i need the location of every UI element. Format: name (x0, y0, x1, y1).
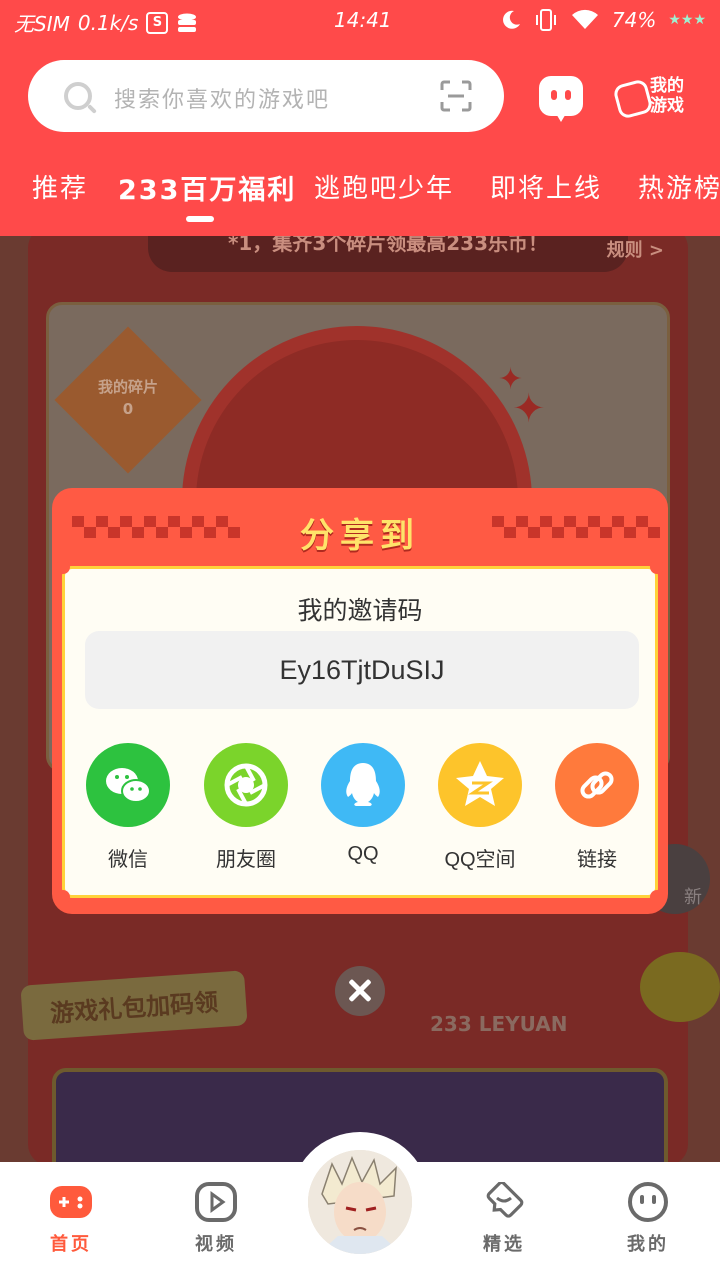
share-link-label: 链接 (577, 849, 617, 871)
tab-coming-soon[interactable]: 即将上线 (490, 168, 602, 205)
avatar[interactable] (304, 1146, 416, 1258)
share-wechat-label: 微信 (108, 849, 148, 871)
wifi-icon (571, 9, 598, 29)
nav-home-label: 首页 (50, 1234, 92, 1255)
share-qq[interactable]: QQ (313, 743, 413, 866)
share-qq-label: QQ (347, 843, 379, 865)
close-dialog-button[interactable] (335, 966, 385, 1016)
share-moments-label: 朋友圈 (216, 849, 276, 871)
share-wechat[interactable]: 微信 (78, 743, 178, 872)
share-link[interactable]: 链接 (547, 743, 647, 872)
nav-profile[interactable]: 我的 (603, 1182, 693, 1256)
gamepad-icon (612, 78, 654, 120)
heart-chat-icon (481, 1180, 527, 1222)
dialog-body: 我的邀请码 Ey16TjtDuSIJ 微信 朋友圈 QQ QQ空间 链接 (56, 560, 664, 904)
nav-featured[interactable]: 精选 (459, 1180, 549, 1256)
top-header: 无SIM 0.1k/s S 14:41 74% ★★★ 搜索你喜欢的游戏吧 我的… (0, 0, 720, 236)
database-icon (178, 13, 197, 32)
link-icon (555, 743, 639, 827)
tab-hot-games[interactable]: 热游榜 (638, 168, 720, 205)
tab-233-welfare[interactable]: 233百万福利 (118, 168, 296, 207)
tab-indicator (186, 216, 214, 222)
network-speed: 0.1k/s (77, 10, 139, 35)
fragment-label: 我的碎片 (97, 378, 158, 396)
invite-code-box[interactable]: Ey16TjtDuSIJ (85, 631, 639, 709)
search-placeholder: 搜索你喜欢的游戏吧 (114, 88, 331, 113)
nav-home[interactable]: 首页 (26, 1182, 116, 1256)
chat-bubble-icon[interactable] (539, 76, 583, 116)
clock: 14:41 (334, 8, 392, 32)
moments-icon (204, 743, 288, 827)
share-qzone-label: QQ空间 (444, 849, 516, 871)
share-qzone[interactable]: QQ空间 (430, 743, 530, 872)
tab-escape-boy[interactable]: 逃跑吧少年 (314, 168, 454, 205)
stars-icon: ★★★ (668, 12, 706, 28)
s-badge-icon: S (146, 11, 169, 34)
corner-notch (56, 560, 70, 574)
scan-icon[interactable] (440, 80, 472, 112)
leyuan-text: 233 LEYUAN (430, 1012, 568, 1036)
my-games-button[interactable]: 我的游戏 (612, 76, 696, 120)
share-moments[interactable]: 朋友圈 (196, 743, 296, 872)
tab-recommend[interactable]: 推荐 (32, 168, 88, 205)
fragment-info: 我的碎片 0 (86, 376, 170, 420)
coin-icon (640, 952, 720, 1022)
nav-featured-label: 精选 (483, 1234, 525, 1255)
corner-notch (650, 890, 664, 904)
rule-link[interactable]: 规则 > (607, 236, 664, 262)
event-banner: *1，集齐3个碎片领最高233乐币！ (148, 236, 628, 272)
vibrate-icon (535, 9, 556, 31)
nav-profile-label: 我的 (627, 1234, 669, 1255)
status-bar: 无SIM 0.1k/s S 14:41 74% ★★★ (0, 0, 720, 44)
moon-icon (502, 10, 520, 29)
dialog-title: 分享到 (300, 516, 420, 556)
battery-text: 74% (611, 8, 657, 32)
invite-code-label: 我的邀请码 (297, 597, 423, 625)
qzone-icon (438, 743, 522, 827)
carrier-text: 无SIM (14, 12, 70, 36)
chat-bubble-tail (555, 112, 567, 122)
search-icon (64, 82, 92, 110)
video-play-icon (193, 1182, 239, 1222)
corner-notch (56, 890, 70, 904)
fragment-count: 0 (122, 400, 134, 418)
share-dialog: 分享到 我的邀请码 Ey16TjtDuSIJ 微信 朋友圈 QQ QQ空间 链接 (52, 488, 668, 914)
corner-notch (650, 560, 664, 574)
my-games-label: 我的游戏 (650, 76, 684, 116)
nav-video[interactable]: 视频 (171, 1182, 261, 1256)
refresh-label: 新 (684, 887, 702, 908)
face-icon (625, 1182, 671, 1222)
category-tabs: 推荐 233百万福利 逃跑吧少年 即将上线 热游榜 (0, 168, 720, 216)
nav-video-label: 视频 (195, 1234, 237, 1255)
gamepad-icon (48, 1182, 94, 1222)
sparkle-icon: ✦ (512, 386, 546, 432)
search-bar[interactable]: 搜索你喜欢的游戏吧 (28, 60, 504, 132)
qq-icon (321, 743, 405, 827)
wechat-icon (86, 743, 170, 827)
